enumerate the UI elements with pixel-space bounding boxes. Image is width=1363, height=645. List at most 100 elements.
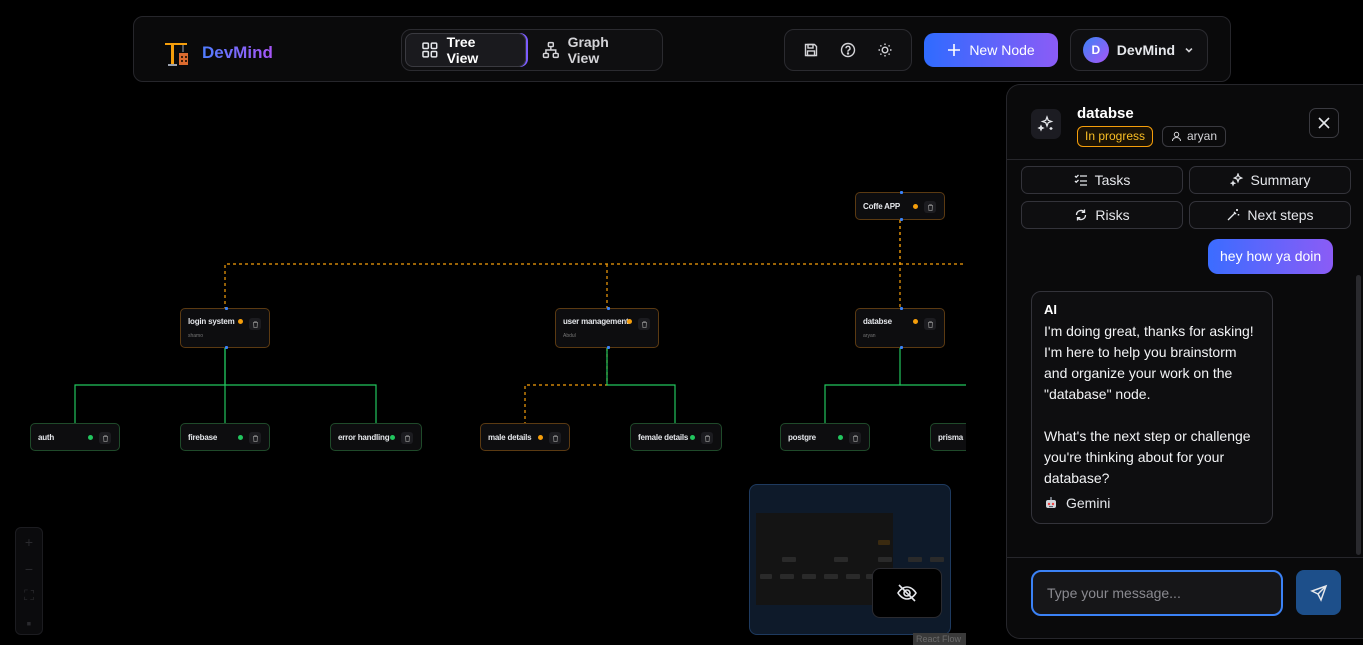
node-error-handling[interactable]: error handling bbox=[330, 423, 422, 451]
delete-node-button[interactable] bbox=[638, 318, 650, 330]
send-button[interactable] bbox=[1296, 570, 1341, 615]
edge-coffee-login bbox=[224, 220, 901, 308]
theme-toggle-button[interactable] bbox=[874, 39, 896, 61]
delete-node-button[interactable] bbox=[924, 318, 936, 330]
node-handle[interactable] bbox=[900, 346, 903, 349]
node-owner: shamo bbox=[188, 333, 204, 339]
node-title: postgre bbox=[788, 433, 816, 442]
minimap-node bbox=[782, 557, 796, 562]
user-menu[interactable]: D DevMind bbox=[1070, 29, 1208, 71]
trash-icon bbox=[552, 434, 558, 442]
refresh-icon bbox=[1076, 209, 1087, 221]
sparkles-icon bbox=[1037, 115, 1054, 132]
grid-icon bbox=[422, 42, 438, 58]
new-node-button[interactable]: New Node bbox=[924, 33, 1058, 67]
save-button[interactable] bbox=[800, 39, 822, 61]
panel-header: databse In progress aryan bbox=[1007, 85, 1363, 160]
status-dot bbox=[238, 319, 243, 324]
node-firebase[interactable]: firebase bbox=[180, 423, 270, 451]
close-panel-button[interactable] bbox=[1309, 108, 1339, 138]
delete-node-button[interactable] bbox=[99, 432, 111, 444]
trash-icon bbox=[404, 434, 410, 442]
delete-node-button[interactable] bbox=[401, 432, 413, 444]
ai-message-text: I'm doing great, thanks for asking! I'm … bbox=[1044, 323, 1254, 486]
node-prisma[interactable]: prisma bbox=[930, 423, 966, 451]
chat-message-input[interactable] bbox=[1031, 570, 1283, 616]
delete-node-button[interactable] bbox=[249, 318, 261, 330]
trash-icon bbox=[252, 320, 258, 328]
chat-scrollbar[interactable] bbox=[1356, 275, 1361, 555]
trash-icon bbox=[641, 320, 647, 328]
status-dot bbox=[913, 319, 918, 324]
node-handle[interactable] bbox=[607, 307, 610, 310]
node-auth[interactable]: auth bbox=[30, 423, 120, 451]
panel-title: databse bbox=[1077, 105, 1134, 122]
chat-messages[interactable]: hey how ya doin AI I'm doing great, than… bbox=[1007, 235, 1357, 555]
node-title: databse bbox=[863, 317, 892, 326]
help-icon bbox=[840, 42, 856, 58]
hide-minimap-button[interactable] bbox=[872, 568, 942, 618]
delete-node-button[interactable] bbox=[924, 201, 936, 213]
node-databse[interactable]: databse aryan bbox=[855, 307, 945, 349]
zoom-controls: + − ⛶ ▪ bbox=[15, 527, 43, 635]
status-dot bbox=[627, 319, 632, 324]
graph-view-label: Graph View bbox=[567, 34, 609, 66]
tree-view-button[interactable]: Tree View bbox=[405, 33, 526, 67]
status-dot bbox=[690, 435, 695, 440]
summary-label: Summary bbox=[1250, 172, 1311, 188]
status-dot bbox=[538, 435, 543, 440]
next-steps-button[interactable]: Next steps bbox=[1189, 201, 1351, 229]
flow-canvas[interactable]: Coffe APP login system shamo user manage… bbox=[0, 84, 1006, 645]
node-handle[interactable] bbox=[900, 307, 903, 310]
node-login-system[interactable]: login system shamo bbox=[180, 307, 270, 349]
minimap-node bbox=[802, 574, 816, 579]
node-handle[interactable] bbox=[900, 218, 903, 221]
status-dot bbox=[238, 435, 243, 440]
toolbar-tools bbox=[784, 29, 912, 71]
node-coffe-app[interactable]: Coffe APP bbox=[855, 191, 945, 221]
node-postgre[interactable]: postgre bbox=[780, 423, 870, 451]
delete-node-button[interactable] bbox=[849, 432, 861, 444]
delete-node-button[interactable] bbox=[701, 432, 713, 444]
user-icon bbox=[1172, 131, 1181, 142]
user-message: hey how ya doin bbox=[1208, 239, 1334, 274]
node-user-management[interactable]: user management Abdul bbox=[555, 307, 659, 349]
node-male-details[interactable]: male details bbox=[480, 423, 570, 451]
fit-view-button[interactable]: ⛶ bbox=[16, 582, 42, 609]
delete-node-button[interactable] bbox=[549, 432, 561, 444]
trash-icon bbox=[704, 434, 710, 442]
node-title: error handling bbox=[338, 433, 390, 442]
app-logo[interactable]: DevMind bbox=[162, 39, 273, 67]
node-title: user management bbox=[563, 317, 629, 326]
tasks-button[interactable]: Tasks bbox=[1021, 166, 1183, 194]
delete-node-button[interactable] bbox=[249, 432, 261, 444]
node-title: firebase bbox=[188, 433, 218, 442]
ai-model-tag: Gemini bbox=[1044, 495, 1260, 511]
minimap-node bbox=[878, 540, 890, 545]
status-dot bbox=[838, 435, 843, 440]
node-handle[interactable] bbox=[607, 346, 610, 349]
list-check-icon bbox=[1074, 174, 1087, 186]
edge-usermgmt-male bbox=[524, 348, 608, 423]
node-handle[interactable] bbox=[225, 346, 228, 349]
zoom-in-button[interactable]: + bbox=[16, 528, 42, 555]
node-handle[interactable] bbox=[225, 307, 228, 310]
graph-view-button[interactable]: Graph View bbox=[526, 33, 659, 67]
new-node-label: New Node bbox=[969, 42, 1035, 58]
node-female-details[interactable]: female details bbox=[630, 423, 722, 451]
minimap-node bbox=[908, 557, 922, 562]
lock-button[interactable]: ▪ bbox=[16, 609, 42, 636]
user-name: DevMind bbox=[1116, 42, 1176, 58]
trash-icon bbox=[252, 434, 258, 442]
save-icon bbox=[805, 43, 818, 57]
magic-wand-icon bbox=[1227, 209, 1240, 221]
help-button[interactable] bbox=[837, 39, 859, 61]
zoom-out-button[interactable]: − bbox=[16, 555, 42, 582]
react-flow-attribution[interactable]: React Flow bbox=[913, 633, 966, 645]
minimap[interactable] bbox=[749, 484, 951, 635]
send-icon bbox=[1309, 584, 1327, 602]
summary-button[interactable]: Summary bbox=[1189, 166, 1351, 194]
avatar: D bbox=[1083, 37, 1109, 63]
risks-button[interactable]: Risks bbox=[1021, 201, 1183, 229]
node-handle[interactable] bbox=[900, 191, 903, 194]
